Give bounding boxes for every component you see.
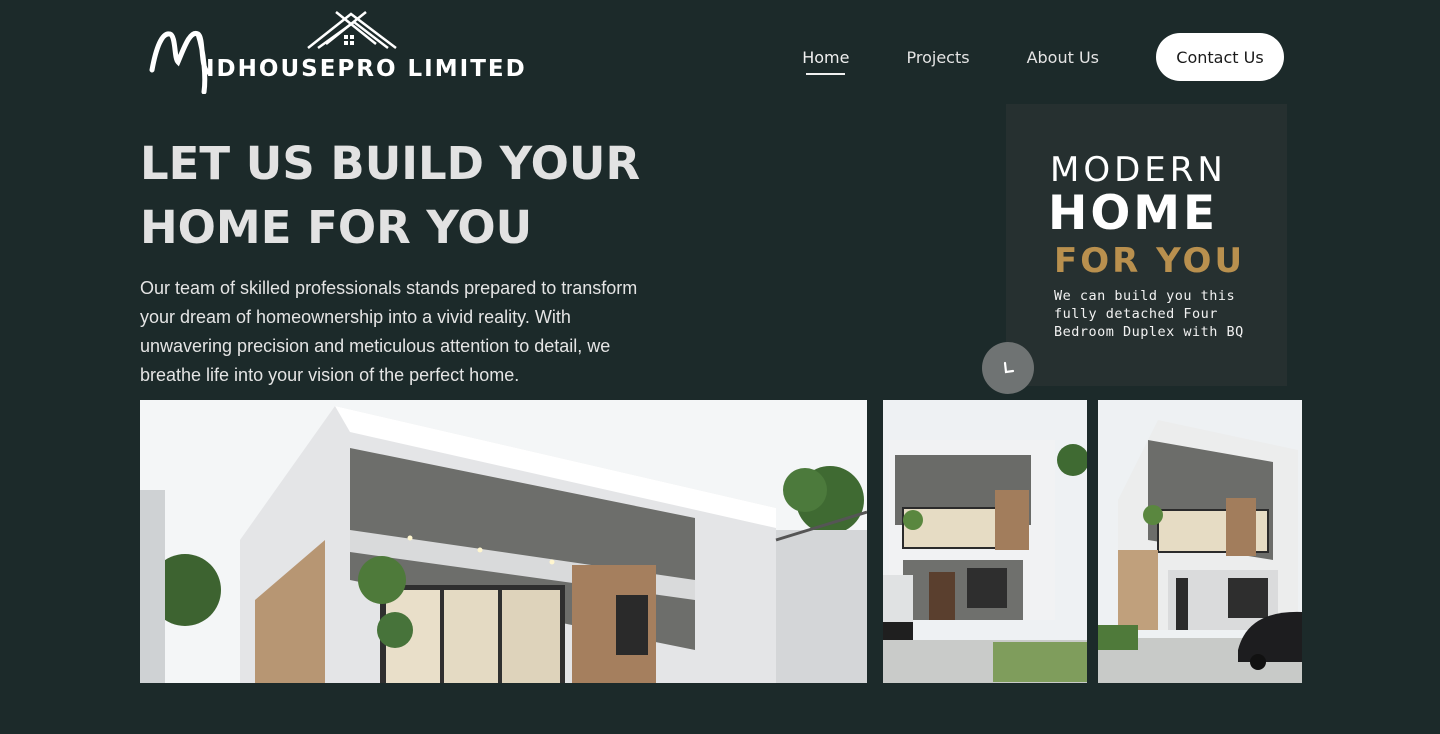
main-nav: Home Projects About Us Contact Us [802, 33, 1284, 81]
house-photo-thumbnail-1[interactable] [883, 400, 1087, 683]
house-photo-main [140, 400, 867, 683]
brand-logo[interactable]: IDHOUSEPRO LIMITED [148, 8, 528, 94]
hero-description: Our team of skilled professionals stands… [140, 278, 638, 385]
hero-title-line2: HOME FOR YOU [140, 201, 533, 254]
promo-line-modern: MODERN [1050, 150, 1227, 190]
nav-projects[interactable]: Projects [906, 40, 969, 75]
contact-us-button[interactable]: Contact Us [1156, 33, 1284, 81]
clock-icon [1003, 361, 1015, 374]
promo-line-for-you: FOR YOU [1054, 241, 1246, 281]
hero-title-line1: LET US BUILD YOUR [140, 137, 641, 190]
promo-card: MODERN HOME FOR YOU We can build you thi… [1006, 104, 1287, 386]
nav-home[interactable]: Home [802, 40, 849, 75]
nav-about-us[interactable]: About Us [1027, 40, 1099, 75]
promo-subtitle: We can build you this fully detached Fou… [1054, 288, 1244, 340]
hero-title: LET US BUILD YOUR HOME FOR YOU [140, 132, 700, 260]
house-photo-thumbnail-2[interactable] [1098, 400, 1302, 683]
floating-clock-button[interactable] [982, 342, 1034, 394]
brand-name: IDHOUSEPRO LIMITED [206, 56, 527, 82]
promo-line-home: HOME [1048, 186, 1219, 241]
